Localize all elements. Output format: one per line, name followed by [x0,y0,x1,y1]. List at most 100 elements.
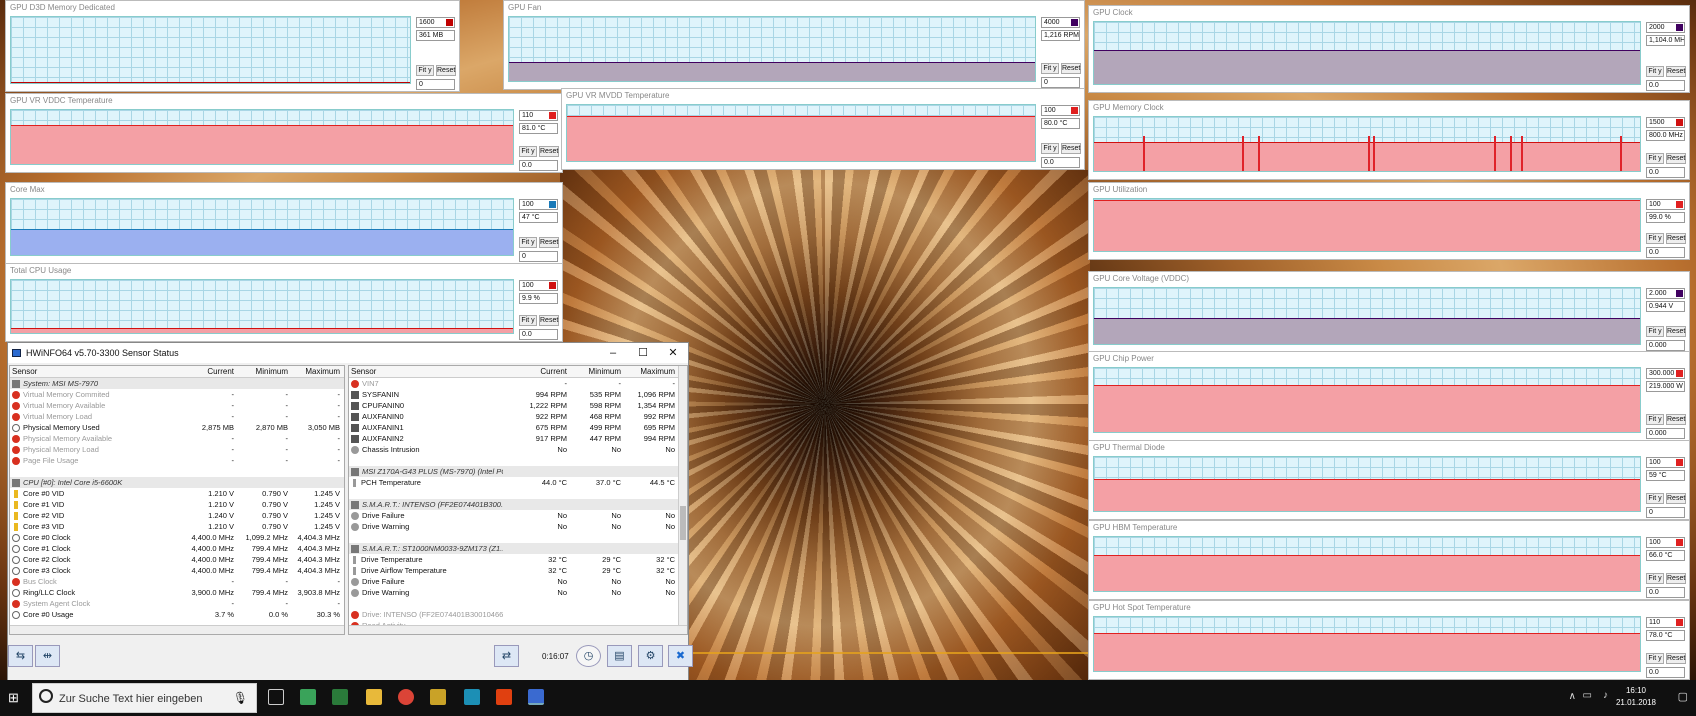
color-swatch[interactable] [1676,24,1683,31]
sensor-group-row[interactable]: CPU [#0]: Intel Core i5-6600K [10,477,344,488]
search-box[interactable]: Zur Suche Text hier eingeben 🎙 [32,683,257,713]
sensor-row[interactable]: PCH Temperature 44.0 °C 37.0 °C 44.5 °C [349,477,687,488]
min-value-field[interactable]: 0 [1646,507,1685,518]
color-swatch[interactable] [1071,19,1078,26]
task-view-icon[interactable] [268,689,284,705]
sensor-pane-right[interactable]: Sensor Current Minimum Maximum VIN7 - - … [348,365,688,635]
sensor-row[interactable]: Core #2 VID 1.240 V 0.790 V 1.245 V [10,510,344,521]
sensor-row[interactable]: Bus Clock - - - [10,576,344,587]
sensor-row[interactable]: Core #1 Clock 4,400.0 MHz 799.4 MHz 4,40… [10,543,344,554]
color-swatch[interactable] [549,112,556,119]
fit-y-button[interactable]: Fit y [1646,414,1664,425]
reset-button[interactable]: Reset [1666,653,1686,664]
sensor-row[interactable]: System Agent Clock - - - [10,598,344,609]
max-value-field[interactable]: 2000 [1646,22,1685,33]
fit-y-button[interactable]: Fit y [519,146,537,157]
microphone-icon[interactable]: 🎙 [233,691,248,705]
reset-button[interactable]: Reset [1061,63,1081,74]
gpu-core-volt-panel[interactable]: GPU Core Voltage (VDDC) 2.000 0.944 V Fi… [1088,271,1690,353]
sensor-row[interactable]: Chassis Intrusion No No No [349,444,687,455]
sensor-group-row[interactable]: MSI Z170A-G43 PLUS (MS-7970) (Intel PCH) [349,466,687,477]
color-swatch[interactable] [1676,290,1683,297]
sensor-row[interactable]: Ring/LLC Clock 3,900.0 MHz 799.4 MHz 3,9… [10,587,344,598]
min-value-field[interactable]: 0.0 [1646,667,1685,678]
color-swatch[interactable] [1676,119,1683,126]
col-minimum[interactable]: Minimum [238,366,292,377]
max-value-field[interactable]: 300.000 [1646,368,1685,379]
min-value-field[interactable]: 0.000 [1646,340,1685,351]
col-maximum[interactable]: Maximum [625,366,679,377]
fit-y-button[interactable]: Fit y [1646,493,1664,504]
fit-y-button[interactable]: Fit y [519,237,537,248]
max-value-field[interactable]: 110 [519,110,558,121]
sensor-row[interactable]: Page File Usage - - - [10,455,344,466]
col-current[interactable]: Current [503,366,571,377]
color-swatch[interactable] [1676,201,1683,208]
min-value-field[interactable]: 0 [519,251,558,262]
gpu-d3d-mem-panel[interactable]: GPU D3D Memory Dedicated 1600 361 MB Fit… [5,0,460,92]
app-icon-4[interactable] [464,689,480,705]
vertical-scrollbar[interactable] [678,366,687,634]
sensor-row[interactable]: Drive Temperature 32 °C 29 °C 32 °C [349,554,687,565]
max-value-field[interactable]: 100 [519,199,558,210]
fit-y-button[interactable]: Fit y [1646,573,1664,584]
min-value-field[interactable]: 0.0 [519,160,558,171]
reset-button[interactable]: Reset [1666,414,1686,425]
gpu-vr-mvdd-panel[interactable]: GPU VR MVDD Temperature 100 80.0 °C Fit … [561,88,1085,170]
sensor-row[interactable]: Drive Airflow Temperature 32 °C 29 °C 32… [349,565,687,576]
gpu-fan-panel[interactable]: GPU Fan 4000 1,216 RPM Fit y Reset 0 [503,0,1085,90]
sensor-row[interactable]: Virtual Memory Available - - - [10,400,344,411]
min-value-field[interactable]: 0 [1041,77,1080,88]
reset-button[interactable]: Reset [1666,66,1686,77]
color-swatch[interactable] [1676,619,1683,626]
color-swatch[interactable] [1676,539,1683,546]
fit-y-button[interactable]: Fit y [519,315,537,326]
min-value-field[interactable]: 0.0 [1041,157,1080,168]
reset-button[interactable]: Reset [539,315,559,326]
fit-y-button[interactable]: Fit y [1646,233,1664,244]
scroll-thumb[interactable] [680,506,686,540]
max-value-field[interactable]: 1500 [1646,117,1685,128]
color-swatch[interactable] [1676,459,1683,466]
max-value-field[interactable]: 2.000 [1646,288,1685,299]
sensor-group-row[interactable]: S.M.A.R.T.: ST1000NM0033-9ZM173 (Z1... [349,543,687,554]
fit-y-button[interactable]: Fit y [1646,326,1664,337]
reset-button[interactable]: Reset [1666,233,1686,244]
color-swatch[interactable] [549,201,556,208]
nav-collapse-icon[interactable]: ⇹ [35,645,60,667]
sensor-row[interactable]: CPUFANIN0 1,222 RPM 598 RPM 1,354 RPM [349,400,687,411]
color-swatch[interactable] [446,19,453,26]
app-icon-2[interactable] [332,689,348,705]
reset-button[interactable]: Reset [1666,326,1686,337]
nav-left-right-icon[interactable]: ⇆ [8,645,33,667]
sensor-row[interactable]: Core #3 VID 1.210 V 0.790 V 1.245 V [10,521,344,532]
sensor-row[interactable]: Core #0 Usage 3.7 % 0.0 % 30.3 % [10,609,344,620]
sensor-row[interactable]: Core #0 Clock 4,400.0 MHz 1,099.2 MHz 4,… [10,532,344,543]
sensor-row[interactable]: Core #2 Clock 4,400.0 MHz 799.4 MHz 4,40… [10,554,344,565]
sensor-row[interactable]: Core #1 VID 1.210 V 0.790 V 1.245 V [10,499,344,510]
sensor-row[interactable]: AUXFANIN1 675 RPM 499 RPM 695 RPM [349,422,687,433]
max-value-field[interactable]: 100 [519,280,558,291]
horizontal-scrollbar[interactable] [10,625,344,634]
sensor-group-row[interactable]: S.M.A.R.T.: INTENSO (FF2E074401B300... [349,499,687,510]
min-value-field[interactable]: 0.0 [1646,80,1685,91]
close-sensors-icon[interactable]: ✖ [668,645,693,667]
app-icon-1[interactable] [300,689,316,705]
fit-y-button[interactable]: Fit y [1646,66,1664,77]
fit-y-button[interactable]: Fit y [1646,653,1664,664]
color-swatch[interactable] [549,282,556,289]
sensor-row[interactable]: Virtual Memory Load - - - [10,411,344,422]
fit-y-button[interactable]: Fit y [1646,153,1664,164]
gpu-vr-vddc-panel[interactable]: GPU VR VDDC Temperature 110 81.0 °C Fit … [5,93,563,173]
sensor-group-row[interactable]: System: MSI MS-7970 [10,378,344,389]
col-current[interactable]: Current [164,366,238,377]
maximize-button[interactable]: ☐ [628,343,658,363]
reset-button[interactable]: Reset [539,146,559,157]
sensor-row[interactable]: Drive Warning No No No [349,521,687,532]
max-value-field[interactable]: 100 [1646,457,1685,468]
sensor-row[interactable]: Physical Memory Load - - - [10,444,344,455]
fit-y-button[interactable]: Fit y [1041,143,1059,154]
col-sensor[interactable]: Sensor [349,366,503,377]
reset-button[interactable]: Reset [436,65,456,76]
sensor-row[interactable]: Core #3 Clock 4,400.0 MHz 799.4 MHz 4,40… [10,565,344,576]
